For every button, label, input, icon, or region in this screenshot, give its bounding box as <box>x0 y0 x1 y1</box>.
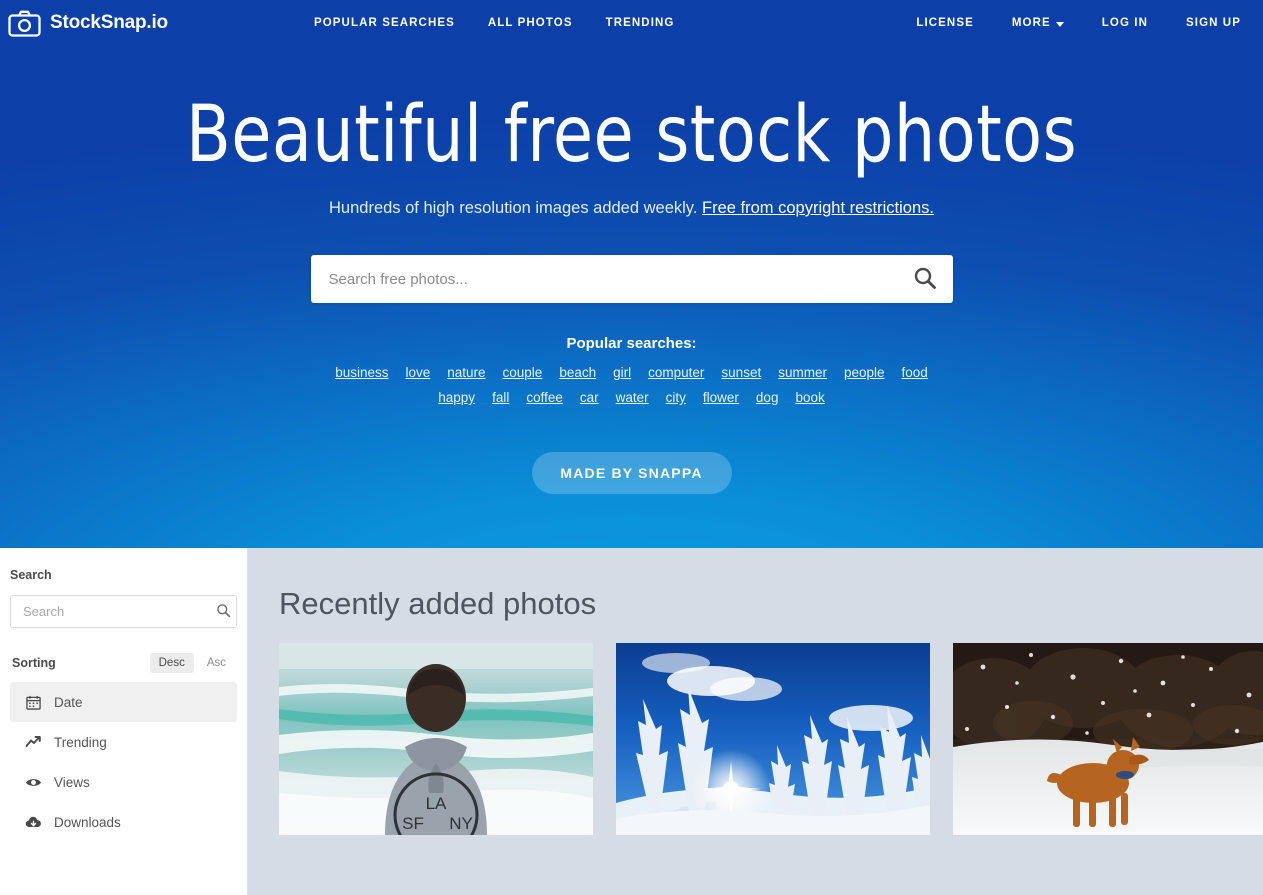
tag-dog[interactable]: dog <box>756 390 779 405</box>
tag-computer[interactable]: computer <box>648 365 704 380</box>
search-icon <box>913 266 937 293</box>
sidebar-item-downloads[interactable]: Downloads <box>10 802 237 842</box>
sort-direction-toggle: Desc Asc <box>149 653 235 673</box>
tag-coffee[interactable]: coffee <box>526 390 563 405</box>
sidebar-search-button[interactable] <box>211 596 236 627</box>
section-title: Recently added photos <box>279 586 597 621</box>
tag-row-1: business love nature couple beach girl c… <box>0 365 1263 380</box>
sidebar-item-views[interactable]: Views <box>10 762 237 802</box>
tag-food[interactable]: food <box>902 365 928 380</box>
svg-text:NY: NY <box>449 814 473 833</box>
tag-summer[interactable]: summer <box>778 365 827 380</box>
nav-trending[interactable]: TRENDING <box>606 17 675 29</box>
tag-row-2: happy fall coffee car water city flower … <box>0 390 1263 405</box>
nav-more[interactable]: MORE <box>1012 17 1064 29</box>
sidebar-item-label: Date <box>54 694 83 710</box>
tag-fall[interactable]: fall <box>492 390 509 405</box>
nav-log-in-label: LOG IN <box>1101 17 1148 29</box>
sidebar-item-label: Views <box>54 774 90 790</box>
chevron-down-icon <box>1055 21 1064 27</box>
search-icon <box>216 603 231 621</box>
photo-snowy-trees[interactable] <box>616 643 930 835</box>
sort-desc-button[interactable]: Desc <box>149 653 194 673</box>
nav-popular-searches[interactable]: POPULAR SEARCHES <box>314 17 455 29</box>
sidebar-search-input[interactable] <box>11 604 211 619</box>
nav-links-left: POPULAR SEARCHES ALL PHOTOS TRENDING <box>314 17 674 29</box>
sidebar-search-bar[interactable] <box>10 595 237 628</box>
sidebar-item-date[interactable]: Date <box>10 682 237 722</box>
hero-section: StockSnap.io POPULAR SEARCHES ALL PHOTOS… <box>0 0 1263 548</box>
nav-sign-up[interactable]: SIGN UP <box>1186 17 1241 29</box>
tag-love[interactable]: love <box>405 365 430 380</box>
photo-hoodie-ocean[interactable]: LA SF NY <box>279 643 593 835</box>
photo-dog-snow[interactable] <box>953 643 1263 835</box>
sidebar: Search Sorting Desc Asc <box>0 548 248 895</box>
page-title: Beautiful free stock photos <box>185 90 1078 180</box>
trend-up-icon <box>24 734 42 750</box>
search-button[interactable] <box>897 255 953 303</box>
nav-more-label: MORE <box>1011 17 1051 29</box>
hero-subtitle-text: Hundreds of high resolution images added… <box>329 199 702 217</box>
main-content: Recently added photos LA SF NY <box>248 548 1263 895</box>
made-by-snappa-button[interactable]: MADE BY SNAPPA <box>531 452 732 494</box>
sort-asc-button[interactable]: Asc <box>198 653 235 673</box>
tag-book[interactable]: book <box>795 390 824 405</box>
hero-subtitle: Hundreds of high resolution images added… <box>0 199 1263 218</box>
cloud-download-icon <box>24 816 42 829</box>
hero-body: Beautiful free stock photos Hundreds of … <box>0 96 1263 494</box>
tag-beach[interactable]: beach <box>559 365 596 380</box>
sidebar-item-trending[interactable]: Trending <box>10 722 237 762</box>
svg-text:LA: LA <box>426 794 447 813</box>
tag-city[interactable]: city <box>666 390 686 405</box>
svg-text:SF: SF <box>402 814 424 833</box>
nav-all-photos[interactable]: ALL PHOTOS <box>488 17 573 29</box>
calendar-icon <box>24 695 42 710</box>
nav-sign-up-label: SIGN UP <box>1186 17 1241 29</box>
nav-license[interactable]: LICENSE <box>916 17 974 29</box>
tag-couple[interactable]: couple <box>503 365 543 380</box>
nav-links-right: LICENSE MORE LOG IN SIGN UP <box>916 17 1241 29</box>
sidebar-item-label: Trending <box>54 734 107 750</box>
brand-logo[interactable]: StockSnap.io <box>8 10 168 37</box>
popular-tags: business love nature couple beach girl c… <box>0 365 1263 405</box>
search-input[interactable] <box>310 270 897 288</box>
sidebar-item-label: Downloads <box>54 814 121 830</box>
eye-icon <box>24 776 42 789</box>
tag-girl[interactable]: girl <box>613 365 631 380</box>
tag-business[interactable]: business <box>335 365 388 380</box>
tag-sunset[interactable]: sunset <box>721 365 761 380</box>
brand-name: StockSnap.io <box>50 12 168 33</box>
content-area: Search Sorting Desc Asc <box>0 548 1263 895</box>
sorting-label: Sorting <box>12 656 56 670</box>
sorting-options-list: Date Trending Views Downloads <box>10 682 237 842</box>
photo-grid: LA SF NY <box>279 643 1263 835</box>
nav-log-in[interactable]: LOG IN <box>1102 17 1148 29</box>
popular-searches-heading: Popular searches: <box>566 335 697 352</box>
sorting-row: Sorting Desc Asc <box>10 653 237 673</box>
tag-people[interactable]: people <box>844 365 885 380</box>
tag-flower[interactable]: flower <box>703 390 739 405</box>
camera-icon <box>8 10 41 37</box>
copyright-link[interactable]: Free from copyright restrictions. <box>702 199 934 217</box>
tag-car[interactable]: car <box>580 390 599 405</box>
tag-nature[interactable]: nature <box>447 365 485 380</box>
tag-water[interactable]: water <box>616 390 649 405</box>
top-navbar: StockSnap.io POPULAR SEARCHES ALL PHOTOS… <box>0 0 1263 46</box>
sidebar-search-heading: Search <box>10 568 52 582</box>
hero-search-bar[interactable] <box>310 255 953 303</box>
tag-happy[interactable]: happy <box>438 390 475 405</box>
nav-license-label: LICENSE <box>916 17 974 29</box>
